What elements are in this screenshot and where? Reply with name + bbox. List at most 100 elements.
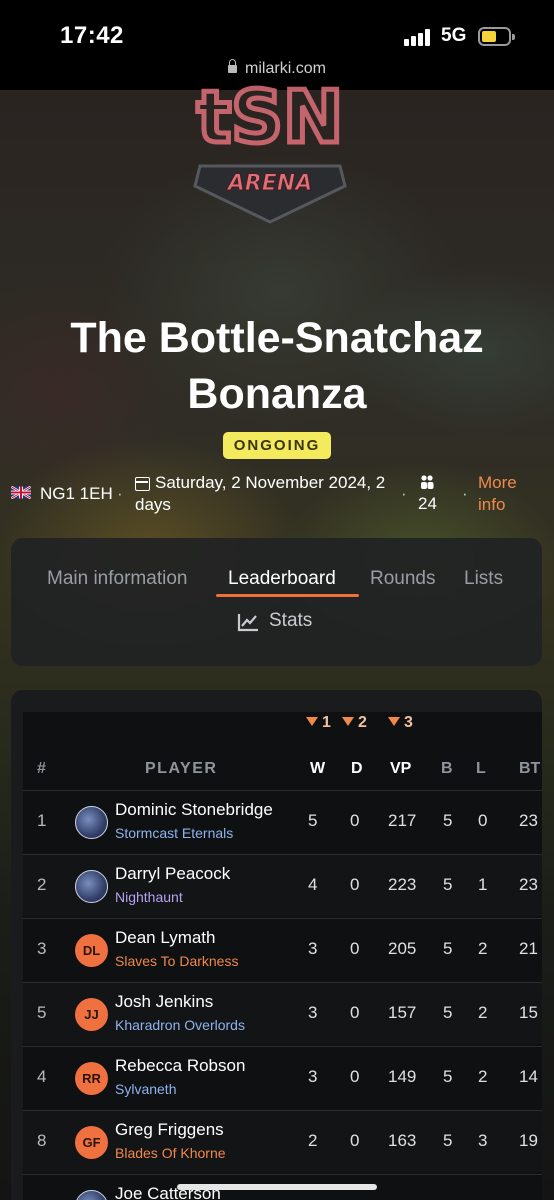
battery-icon [478,27,515,46]
logo-text-bottom: ARENA [226,171,312,196]
tab-stats[interactable]: Stats [269,610,312,632]
postcode: NG1 1EH [40,484,113,503]
col-player[interactable]: PLAYER [145,760,217,778]
player-name[interactable]: Dominic Stonebridge [115,800,273,820]
table-row[interactable]: 2 Darryl Peacock Nighthaunt 4 0 223 5 1 23 [23,854,542,916]
avatar [75,870,108,903]
tabs-card: Main information Leaderboard Rounds List… [11,538,542,666]
row-w: 5 [308,811,318,830]
avatar [75,806,108,839]
status-badge: ONGOING [223,432,331,459]
chart-line-icon [237,614,258,632]
leaderboard-table[interactable]: 1 2 3 # PLAYER W D VP B L BT 1 Dominic St… [23,712,542,1200]
sort-priority-1: 1 [306,714,331,732]
row-l: 2 [478,1003,488,1022]
row-vp: 223 [388,875,417,894]
col-draws[interactable]: D [351,760,363,778]
event-date: Saturday, 2 November 2024, 2 days [135,473,386,514]
row-d: 0 [350,1003,360,1022]
logo-text-top: tSN [197,82,344,159]
lock-icon [228,59,238,73]
row-l: 3 [478,1131,488,1150]
row-bt: 23 [519,875,538,894]
sort-priority-2: 2 [342,714,367,732]
tab-rounds[interactable]: Rounds [370,568,436,590]
player-name[interactable]: Greg Friggens [115,1120,224,1140]
player-faction: Slaves To Darkness [115,953,239,969]
event-meta: NG1 1EH · Saturday, 2 November 2024, 2 d… [0,472,554,518]
table-body: 1 Dominic Stonebridge Stormcast Eternals 5 0… [23,790,542,1200]
player-name[interactable]: Dean Lymath [115,928,215,948]
row-rank: 8 [37,1131,47,1150]
col-vp[interactable]: VP [390,760,411,778]
table-row[interactable]: 1 Dominic Stonebridge Stormcast Eternals 5 0… [23,790,542,852]
row-vp: 157 [388,1003,417,1022]
triangle-down-icon [342,717,354,726]
triangle-down-icon [388,717,400,726]
row-bt: 15 [519,1003,538,1022]
uk-flag-icon [11,486,31,499]
row-vp: 205 [388,939,417,958]
row-b: 5 [443,811,453,830]
col-bt[interactable]: BT [519,760,540,778]
col-wins[interactable]: W [310,760,325,778]
table-row[interactable]: 3 DL Dean Lymath Slaves To Darkness 3 0 205 5 2 2… [23,918,542,980]
row-b: 5 [443,939,453,958]
player-name[interactable]: Josh Jenkins [115,992,213,1012]
address-bar[interactable]: milarki.com [0,59,554,78]
player-faction: Blades Of Khorne [115,1145,226,1161]
table-header: # PLAYER W D VP B L BT [23,752,542,790]
table-row[interactable]: 8 GF Greg Friggens Blades Of Khorne 2 0 163 5 3 1… [23,1110,542,1172]
player-faction: Nighthaunt [115,889,183,905]
tab-main-information[interactable]: Main information [47,568,187,590]
row-b: 5 [443,1003,453,1022]
avatar: RR [75,1062,108,1095]
event-title: The Bottle-Snatchaz Bonanza [70,314,484,418]
row-rank: 5 [37,1003,47,1022]
avatar [75,1190,108,1200]
row-w: 2 [308,1131,318,1150]
more-info-link[interactable]: More info [478,472,538,516]
tab-lists[interactable]: Lists [464,568,503,590]
row-rank: 4 [37,1067,47,1086]
status-bar: 17:42 5G milarki.com [0,0,554,90]
sort-priority-row: 1 2 3 [23,712,542,742]
url-text: milarki.com [245,60,326,77]
avatar: JJ [75,998,108,1031]
col-rank[interactable]: # [37,760,46,778]
avatar: DL [75,934,108,967]
row-l: 2 [478,1067,488,1086]
row-d: 0 [350,875,360,894]
row-l: 1 [478,875,488,894]
row-rank: 3 [37,939,47,958]
home-indicator[interactable] [177,1184,377,1190]
triangle-down-icon [306,717,318,726]
leaderboard-card: 1 2 3 # PLAYER W D VP B L BT 1 Dominic St… [11,690,542,1200]
row-b: 5 [443,875,453,894]
row-w: 3 [308,939,318,958]
sort-priority-3: 3 [388,714,413,732]
tab-leaderboard[interactable]: Leaderboard [228,568,336,590]
table-row[interactable]: 4 RR Rebecca Robson Sylvaneth 3 0 149 5 2 14 [23,1046,542,1108]
row-vp: 163 [388,1131,417,1150]
player-name[interactable]: Rebecca Robson [115,1056,245,1076]
row-bt: 14 [519,1067,538,1086]
avatar: GF [75,1126,108,1159]
col-b[interactable]: B [441,760,453,778]
player-name[interactable]: Darryl Peacock [115,864,230,884]
player-faction: Stormcast Eternals [115,825,234,841]
clock: 17:42 [60,22,124,49]
tsn-arena-logo: tSN ARENA [193,82,347,224]
row-w: 3 [308,1003,318,1022]
row-bt: 21 [519,939,538,958]
table-row[interactable]: 5 JJ Josh Jenkins Kharadron Overlords 3 0 157 5… [23,982,542,1044]
separator-dot: · [401,484,407,503]
col-l[interactable]: L [476,760,486,778]
row-d: 0 [350,811,360,830]
row-bt: 19 [519,1131,538,1150]
network-type: 5G [441,25,467,46]
row-vp: 217 [388,811,417,830]
row-d: 0 [350,939,360,958]
signal-icon [404,28,434,46]
row-rank: 1 [37,811,47,830]
